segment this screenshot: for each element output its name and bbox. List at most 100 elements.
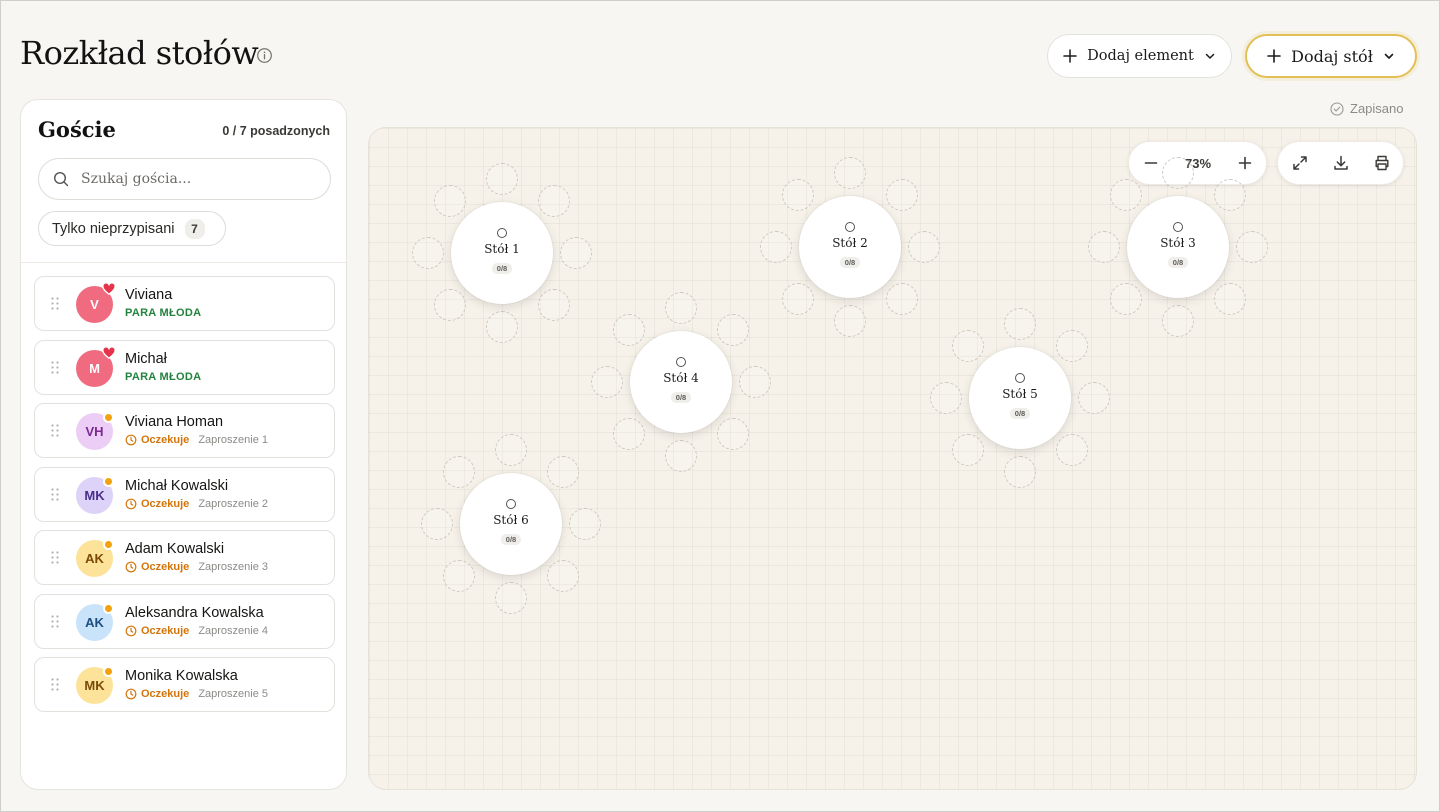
empty-seat[interactable] (486, 163, 518, 195)
empty-seat[interactable] (834, 305, 866, 337)
guest-invitation: Zaproszenie 1 (198, 434, 269, 446)
table-indicator-icon (1015, 373, 1025, 383)
empty-seat[interactable] (1214, 178, 1247, 211)
empty-seat[interactable] (538, 184, 571, 217)
search-field[interactable] (38, 158, 331, 200)
empty-seat[interactable] (495, 434, 527, 466)
empty-seat[interactable] (612, 418, 645, 451)
drag-handle-icon[interactable] (51, 424, 59, 437)
add-element-button[interactable]: Dodaj element (1047, 34, 1232, 78)
empty-seat[interactable] (930, 382, 962, 414)
empty-seat[interactable] (547, 455, 580, 488)
empty-seat[interactable] (760, 231, 792, 263)
drag-handle-icon[interactable] (51, 360, 59, 374)
drag-handle-icon[interactable] (51, 551, 59, 564)
guest-name: Michał Kowalski (125, 477, 229, 494)
empty-seat[interactable] (412, 237, 444, 269)
guest-card[interactable]: V Viviana PARA MŁODA (34, 276, 335, 331)
empty-seat[interactable] (433, 184, 466, 217)
plus-icon (1267, 49, 1281, 63)
empty-seat[interactable] (495, 582, 527, 614)
round-table[interactable]: Stół 4 0/8 (630, 331, 732, 433)
empty-seat[interactable] (1109, 283, 1142, 316)
add-table-button[interactable]: Dodaj stół (1245, 34, 1417, 78)
guest-card[interactable]: MK Michał Kowalski Oczekuje Zaproszenie … (34, 466, 335, 522)
info-icon[interactable] (256, 47, 273, 64)
guest-card[interactable]: M Michał PARA MŁODA (34, 339, 335, 395)
table-name: Stół 1 (484, 242, 520, 256)
add-element-label: Dodaj element (1087, 48, 1194, 64)
round-table[interactable]: Stół 2 0/8 (799, 196, 901, 298)
guest-name: Viviana (125, 287, 173, 303)
guest-card[interactable]: AK Adam Kowalski Oczekuje Zaproszenie 3 (34, 530, 335, 585)
empty-seat[interactable] (421, 508, 453, 540)
empty-seat[interactable] (442, 560, 475, 593)
guest-sidebar: Goście 0 / 7 posadzonych Tylko nieprzypi… (20, 99, 347, 790)
empty-seat[interactable] (665, 292, 697, 324)
save-status: Zapisano (1330, 101, 1403, 116)
avatar-initials: M (89, 360, 100, 376)
zoom-out-minus-icon[interactable] (1142, 154, 1160, 172)
expand-icon[interactable] (1291, 154, 1309, 172)
empty-seat[interactable] (442, 455, 475, 488)
empty-seat[interactable] (886, 178, 919, 211)
zoom-controls: 73% (1128, 141, 1267, 185)
divider (21, 262, 346, 263)
empty-seat[interactable] (1236, 231, 1268, 263)
guest-card[interactable]: VH Viviana Homan Oczekuje Zaproszenie 1 (34, 403, 335, 458)
empty-seat[interactable] (433, 289, 466, 322)
download-icon[interactable] (1332, 154, 1350, 172)
empty-seat[interactable] (739, 366, 771, 398)
filter-count-badge: 7 (184, 218, 205, 239)
drag-handle-icon[interactable] (51, 678, 59, 691)
zoom-in-plus-icon[interactable] (1236, 154, 1254, 172)
empty-seat[interactable] (538, 289, 571, 322)
empty-seat[interactable] (612, 313, 645, 346)
clock-icon (125, 498, 137, 509)
empty-seat[interactable] (1109, 178, 1142, 211)
empty-seat[interactable] (1056, 434, 1089, 467)
empty-seat[interactable] (486, 311, 518, 343)
drag-handle-icon[interactable] (51, 297, 59, 310)
clock-icon (125, 625, 137, 636)
round-table[interactable]: Stół 3 0/8 (1127, 196, 1229, 298)
avatar: MK (76, 666, 114, 704)
seating-canvas[interactable]: 73% Stół 1 0/8 Stół 2 0/8 Stół 3 0/8 Stó… (368, 127, 1417, 790)
empty-seat[interactable] (717, 313, 750, 346)
print-icon[interactable] (1373, 154, 1391, 172)
round-table[interactable]: Stół 5 0/8 (969, 347, 1071, 449)
heart-icon (102, 282, 116, 295)
avatar-initials: VH (85, 424, 104, 439)
empty-seat[interactable] (886, 283, 919, 316)
drag-handle-icon[interactable] (51, 487, 59, 501)
round-table[interactable]: Stół 6 0/8 (460, 473, 562, 575)
empty-seat[interactable] (1004, 456, 1036, 488)
empty-seat[interactable] (591, 366, 623, 398)
empty-seat[interactable] (717, 418, 750, 451)
empty-seat[interactable] (951, 434, 984, 467)
empty-seat[interactable] (1088, 231, 1120, 263)
empty-seat[interactable] (1004, 308, 1036, 340)
search-input[interactable] (81, 171, 311, 187)
empty-seat[interactable] (665, 440, 697, 472)
empty-seat[interactable] (1214, 283, 1247, 316)
empty-seat[interactable] (834, 157, 866, 189)
guest-card[interactable]: MK Monika Kowalska Oczekuje Zaproszenie … (34, 657, 335, 712)
guest-card[interactable]: AK Aleksandra Kowalska Oczekuje Zaprosze… (34, 593, 335, 649)
drag-handle-icon[interactable] (51, 614, 59, 628)
empty-seat[interactable] (560, 237, 592, 269)
empty-seat[interactable] (547, 560, 580, 593)
empty-seat[interactable] (1162, 305, 1194, 337)
empty-seat[interactable] (1162, 157, 1194, 189)
empty-seat[interactable] (781, 178, 814, 211)
guest-role: PARA MŁODA (125, 307, 202, 319)
empty-seat[interactable] (569, 508, 601, 540)
empty-seat[interactable] (781, 283, 814, 316)
round-table[interactable]: Stół 1 0/8 (451, 202, 553, 304)
empty-seat[interactable] (1056, 329, 1089, 362)
empty-seat[interactable] (951, 329, 984, 362)
guest-details: Oczekuje Zaproszenie 1 (125, 434, 268, 446)
empty-seat[interactable] (1078, 382, 1110, 414)
empty-seat[interactable] (908, 231, 940, 263)
unassigned-filter-chip[interactable]: Tylko nieprzypisani 7 (38, 211, 226, 246)
